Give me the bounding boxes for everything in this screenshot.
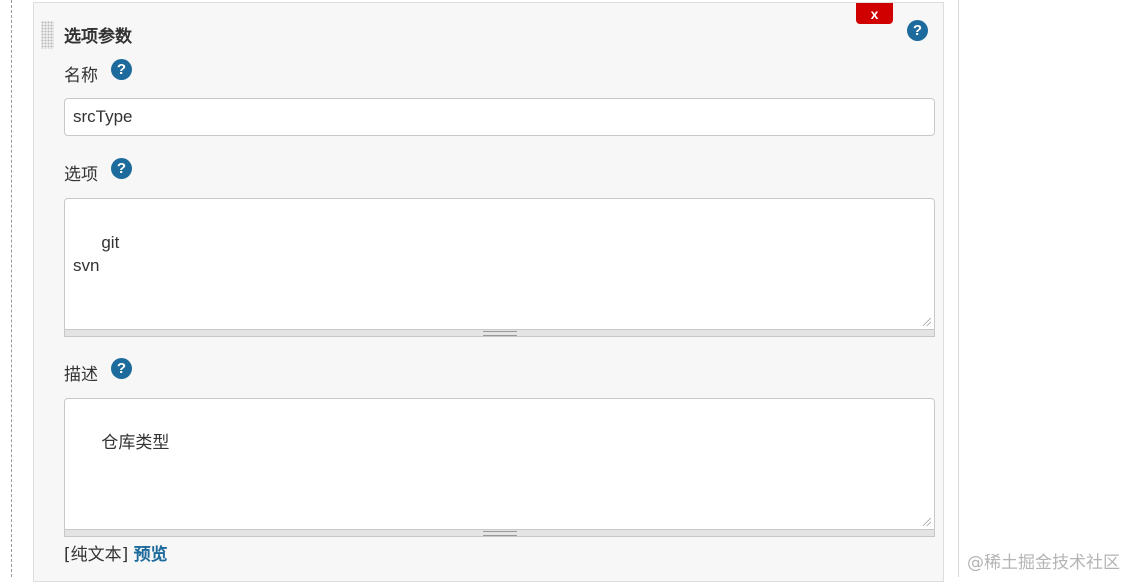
description-textarea[interactable]: 仓库类型 [64, 398, 935, 530]
name-help-icon[interactable]: ? [111, 59, 132, 80]
block-help-icon[interactable]: ? [907, 20, 928, 41]
preview-link[interactable]: 预览 [134, 545, 168, 565]
name-label: 名称 [64, 66, 98, 86]
plain-text-indicator: [纯文本] [64, 545, 129, 565]
name-input[interactable] [64, 98, 935, 136]
choices-text: git svn [73, 233, 120, 275]
resize-grip-icon[interactable] [923, 318, 931, 326]
description-text: 仓库类型 [101, 433, 170, 452]
choices-textarea[interactable]: git svn [64, 198, 935, 330]
description-help-icon[interactable]: ? [111, 358, 132, 379]
choices-help-icon[interactable]: ? [111, 158, 132, 179]
choices-textarea-wrapper: git svn [64, 198, 935, 337]
format-line: [纯文本] 预览 [64, 540, 168, 565]
choices-resize-bar[interactable] [64, 330, 935, 337]
description-label: 描述 [64, 365, 98, 385]
drag-handle-icon[interactable] [41, 21, 54, 49]
dashed-divider [11, 0, 12, 577]
resize-grip-icon[interactable] [923, 518, 931, 526]
choice-parameter-panel: 选项参数 x ? 名称 ? 选项 ? git svn 描述 ? 仓库类型 [纯文… [33, 2, 944, 582]
parameter-title: 选项参数 [64, 27, 132, 47]
description-textarea-wrapper: 仓库类型 [64, 398, 935, 537]
choices-label: 选项 [64, 165, 98, 185]
watermark: @稀土掘金技术社区 [967, 553, 1120, 573]
description-resize-bar[interactable] [64, 530, 935, 537]
delete-button[interactable]: x [856, 3, 893, 24]
